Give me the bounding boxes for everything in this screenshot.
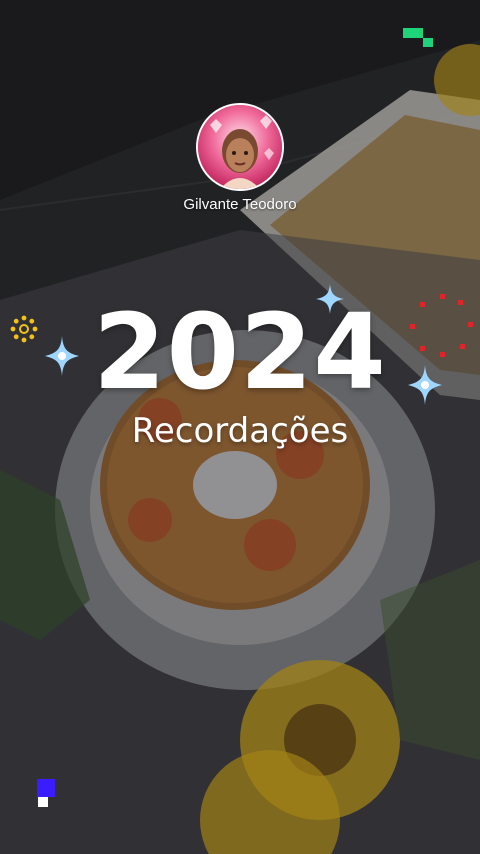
avatar-photo (198, 105, 282, 189)
pixel-block-icon (37, 779, 55, 797)
avatar[interactable] (196, 103, 284, 191)
memories-subtitle: Recordações (131, 411, 349, 451)
year-title: 2024 (93, 291, 387, 413)
username: Gilvante Teodoro (183, 196, 297, 213)
pixel-block-icon (38, 797, 48, 807)
story-frame: Gilvante Teodoro 2024 Recordações (0, 0, 480, 854)
pixel-block-icon (403, 28, 423, 38)
pixel-block-icon (423, 38, 433, 47)
